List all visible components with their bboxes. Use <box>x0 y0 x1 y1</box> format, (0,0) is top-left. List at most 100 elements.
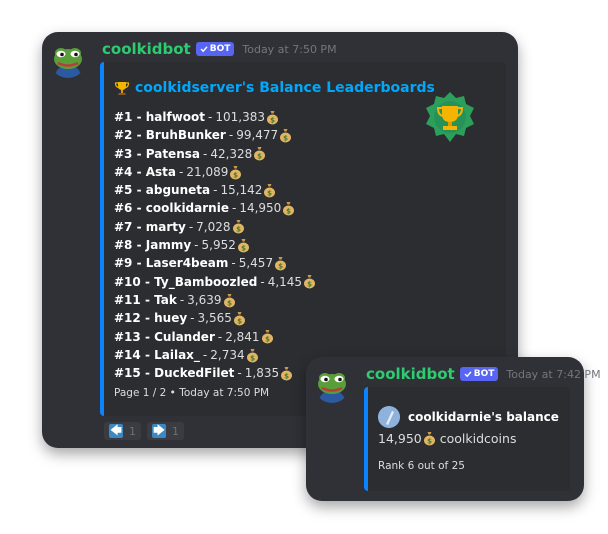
leaderboard-row: #1 - halfwoot -101,383 $ <box>114 108 316 126</box>
leaderboard-rank-name: #7 - marty <box>114 219 186 234</box>
message-header: coolkidbot BOT Today at 7:42 PM <box>366 365 601 383</box>
leaderboard-row: #12 - huey -3,565 $ <box>114 309 316 327</box>
svg-text:$: $ <box>268 189 273 197</box>
balance-message-card: coolkidbot BOT Today at 7:42 PM coolkida… <box>306 357 601 501</box>
currency-name: coolkidcoins <box>439 431 517 446</box>
leaderboard-rank: #3 <box>114 146 133 161</box>
leaderboard-rank: #11 <box>114 292 141 307</box>
leaderboard-rank-name: #12 - huey <box>114 311 188 326</box>
money-bag-icon: $ <box>283 202 295 216</box>
leaderboard-rank-name: #10 - Ty_Bamboozled <box>114 274 258 289</box>
leaderboard-balance: 5,952 <box>201 238 236 253</box>
leaderboard-balance: 15,142 <box>220 183 263 198</box>
leaderboard-row: #2 - BruhBunker -99,477 $ <box>114 126 316 144</box>
svg-text:$: $ <box>250 354 255 362</box>
leaderboard-rank-name: #9 - Laser4beam <box>114 256 229 271</box>
separator: - <box>217 329 223 344</box>
svg-text:$: $ <box>270 116 275 124</box>
leaderboard-row: #11 - Tak -3,639 $ <box>114 291 316 309</box>
leaderboard-rank-name: #13 - Culander <box>114 329 215 344</box>
previous-page-button[interactable]: 🡄 1 <box>104 422 141 440</box>
balance-embed: coolkidarnie's balance 14,950 $ coolkidc… <box>364 387 570 491</box>
separator: - <box>190 311 195 326</box>
leaderboard-balance: 2,734 <box>210 347 245 362</box>
separator: - <box>231 256 236 271</box>
leaderboard-balance: 5,457 <box>238 256 274 271</box>
bot-tag-label: BOT <box>209 44 231 54</box>
leaderboard-balance: 2,841 <box>225 329 260 344</box>
leaderboard-rank: #10 <box>114 274 141 289</box>
separator: - <box>202 146 208 161</box>
svg-text:$: $ <box>278 263 283 271</box>
next-page-button[interactable]: 🡆 1 <box>147 422 184 440</box>
leaderboard-username: Ty_Bamboozled <box>154 274 258 289</box>
money-bag-icon: $ <box>275 257 287 271</box>
leaderboard-balance: 3,639 <box>187 292 222 307</box>
leaderboard-rank: #4 <box>114 164 133 179</box>
bot-username[interactable]: coolkidbot <box>366 365 455 383</box>
leaderboard-rank: #15 <box>114 366 141 381</box>
bot-avatar[interactable] <box>314 367 350 403</box>
leaderboard-username: marty <box>145 219 186 234</box>
money-bag-icon: $ <box>304 275 316 289</box>
svg-text:$: $ <box>257 153 262 161</box>
leaderboard-rank: #2 <box>114 128 133 143</box>
leaderboard-username: DuckedFilet <box>154 366 235 381</box>
leaderboard-row: #3 - Patensa -42,328 $ <box>114 145 316 163</box>
user-avatar-icon <box>378 406 400 428</box>
leaderboard-username: Jammy <box>145 238 192 253</box>
separator: - <box>231 201 237 216</box>
leaderboard-row: #6 - coolkidarnie -14,950 $ <box>114 199 316 217</box>
leaderboard-rank: #14 <box>114 347 141 362</box>
balance-amount: 14,950 <box>378 431 422 446</box>
separator: - <box>228 128 234 143</box>
money-bag-icon: $ <box>254 147 266 161</box>
svg-text:$: $ <box>427 438 432 446</box>
svg-text:$: $ <box>227 299 232 307</box>
leaderboard-rank: #9 <box>114 256 133 271</box>
leaderboard-row: #10 - Ty_Bamboozled -4,145 $ <box>114 273 316 291</box>
leaderboard-balance: 3,565 <box>197 311 232 326</box>
leaderboard-balance: 42,328 <box>210 146 253 161</box>
leaderboard-row: #15 - DuckedFilet -1,835 $ <box>114 364 316 382</box>
svg-text:$: $ <box>265 336 270 344</box>
frog-avatar-icon <box>314 367 350 403</box>
money-bag-icon: $ <box>423 432 435 446</box>
svg-text:$: $ <box>237 317 242 325</box>
leaderboard-rank: #12 <box>114 311 141 326</box>
trophy-badge-icon <box>426 92 474 142</box>
leaderboard-rank-name: #3 - Patensa <box>114 146 200 161</box>
checkmark-icon <box>200 46 208 53</box>
bot-avatar[interactable] <box>50 42 86 78</box>
svg-text:$: $ <box>307 281 312 289</box>
separator: - <box>188 219 194 234</box>
embed-accent-bar <box>100 62 104 416</box>
leaderboard-row: #9 - Laser4beam -5,457 $ <box>114 254 316 272</box>
embed-title[interactable]: coolkidserver's Balance Leaderboards <box>135 80 435 96</box>
rank-text: Rank 6 out of 25 <box>378 460 465 472</box>
leaderboard-rank: #7 <box>114 219 133 234</box>
leaderboard-rank-name: #15 - DuckedFilet <box>114 366 235 381</box>
balance-line: 14,950 $ coolkidcoins <box>378 431 516 446</box>
leaderboard-row: #13 - Culander -2,841 $ <box>114 328 316 346</box>
embed-accent-bar <box>364 387 368 491</box>
pagination-buttons: 🡄 1 🡆 1 <box>104 422 184 440</box>
arrow-left-icon: 🡄 <box>109 424 123 438</box>
leaderboard-rank-name: #11 - Tak <box>114 292 177 307</box>
leaderboard-balance: 99,477 <box>236 128 279 143</box>
leaderboard-rank: #1 <box>114 110 133 124</box>
bot-username[interactable]: coolkidbot <box>102 40 191 58</box>
leaderboard-username: abguneta <box>145 183 211 198</box>
arrow-right-icon: 🡆 <box>152 424 166 438</box>
leaderboard-rank-name: #2 - BruhBunker <box>114 128 226 143</box>
frog-avatar-icon <box>50 42 86 78</box>
balance-title: coolkidarnie's balance <box>408 410 559 424</box>
leaderboard-rank-name: #1 - halfwoot <box>114 110 206 124</box>
money-bag-icon: $ <box>261 330 273 344</box>
bot-tag: BOT <box>459 367 499 381</box>
trophy-icon <box>114 82 130 95</box>
money-bag-icon: $ <box>281 366 293 381</box>
separator: - <box>179 292 185 307</box>
svg-text:$: $ <box>236 226 241 234</box>
leaderboard-row: #7 - marty -7,028 $ <box>114 218 316 236</box>
